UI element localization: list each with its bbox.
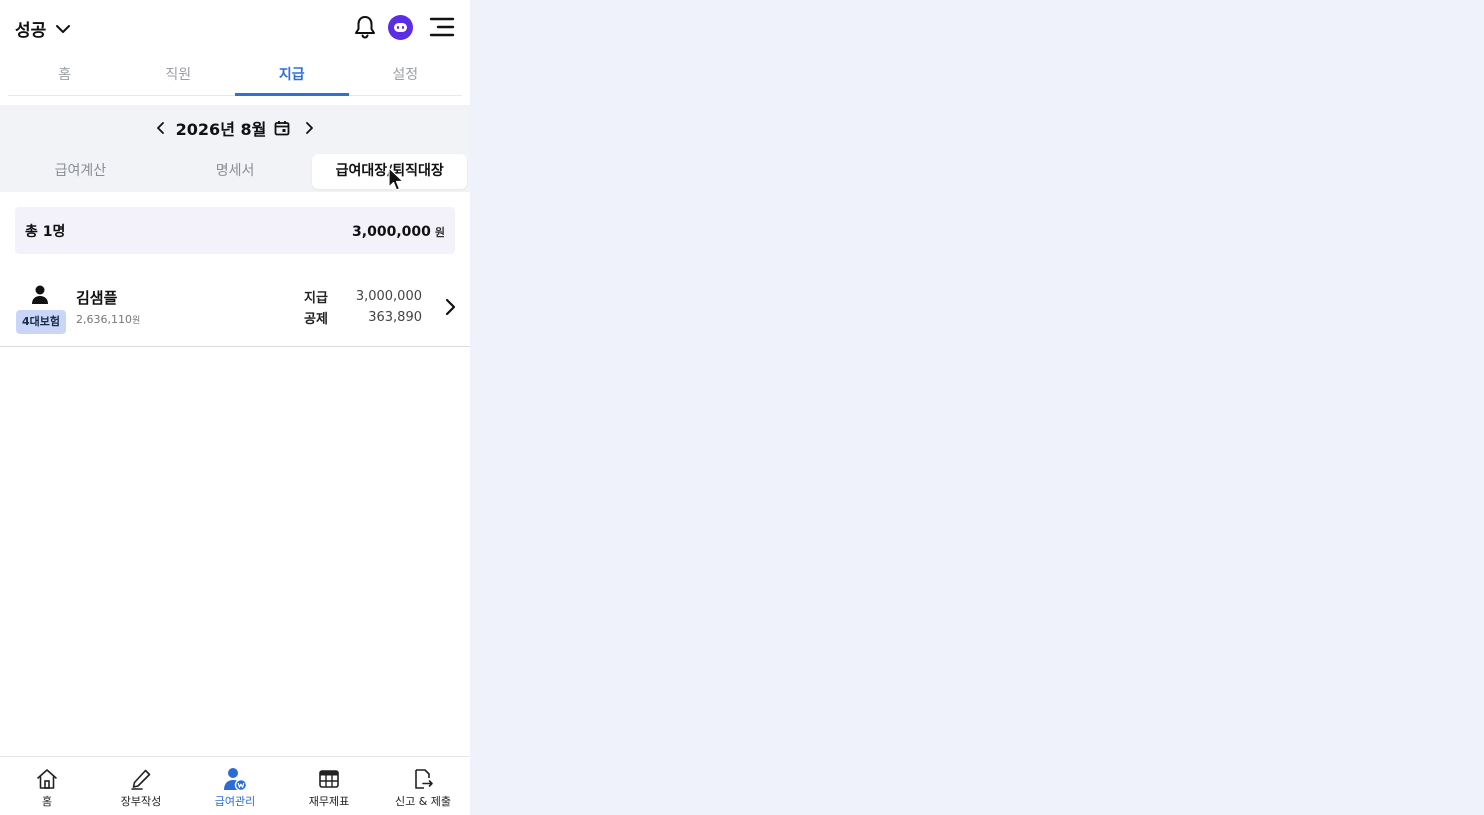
pencil-icon bbox=[128, 767, 154, 791]
segment-tabs: 급여계산 명세서 급여대장/퇴직대장 bbox=[3, 154, 468, 189]
net-pay-value: 2,636,110 bbox=[76, 313, 132, 326]
pay-value: 3,000,000 bbox=[355, 289, 422, 304]
company-name: 성공 bbox=[15, 21, 47, 41]
bottom-nav-label: 장부작성 bbox=[120, 795, 162, 808]
payroll-summary: 총 1명 3,000,000 원 bbox=[15, 207, 455, 254]
segment-tab-payslip[interactable]: 명세서 bbox=[158, 154, 313, 189]
deduct-value: 363,890 bbox=[368, 310, 422, 325]
net-pay-unit: 원 bbox=[131, 316, 141, 326]
top-tabs: 홈 직원 지급 설정 bbox=[8, 56, 462, 96]
pay-line: 지급 3,000,000 bbox=[304, 286, 422, 307]
chevron-down-icon bbox=[56, 24, 71, 33]
tab-employees[interactable]: 직원 bbox=[122, 56, 236, 95]
prev-month-button[interactable] bbox=[150, 117, 172, 139]
header-actions bbox=[351, 13, 456, 41]
month-bar: 2026년 8월 급여계산 명세서 급여대장/퇴직대장 bbox=[0, 105, 470, 192]
header: 성공 bbox=[0, 0, 470, 56]
month-navigator: 2026년 8월 bbox=[0, 115, 470, 141]
pay-breakdown: 지급 3,000,000 공제 363,890 bbox=[304, 286, 422, 328]
employee-row[interactable]: 4대보험 김샘플 2,636,110원 지급 3,000,000 공제 363,… bbox=[0, 270, 470, 347]
bottom-nav-label: 급여관리 bbox=[214, 795, 256, 808]
menu-icon[interactable] bbox=[428, 13, 456, 41]
table-icon bbox=[316, 767, 342, 791]
segment-tab-payroll-ledger[interactable]: 급여대장/퇴직대장 bbox=[312, 154, 468, 189]
bottom-nav-bookkeeping[interactable]: 장부작성 bbox=[94, 757, 188, 815]
bottom-nav-filing[interactable]: 신고 & 제출 bbox=[376, 757, 470, 815]
bottom-nav: 홈 장부작성 급여관리 재무제표 신고 & 제출 bbox=[0, 756, 470, 815]
bottom-nav-label: 홈 bbox=[41, 795, 53, 808]
total-amount-wrap: 3,000,000 원 bbox=[352, 221, 445, 240]
bottom-nav-label: 재무제표 bbox=[308, 795, 350, 808]
calendar-icon[interactable] bbox=[272, 118, 292, 138]
total-amount: 3,000,000 bbox=[352, 224, 431, 240]
person-icon bbox=[29, 284, 51, 306]
company-selector[interactable]: 성공 bbox=[15, 16, 72, 41]
segment-tab-payroll-calc[interactable]: 급여계산 bbox=[3, 154, 158, 189]
bell-icon[interactable] bbox=[351, 13, 379, 41]
chevron-left-icon bbox=[156, 122, 164, 134]
month-label: 2026년 8월 bbox=[175, 120, 267, 139]
next-month-button[interactable] bbox=[298, 117, 320, 139]
employee-count: 총 1명 bbox=[25, 223, 66, 240]
pay-label: 지급 bbox=[304, 291, 328, 306]
bottom-nav-label: 신고 & 제출 bbox=[394, 795, 452, 808]
chatbot-icon[interactable] bbox=[386, 13, 414, 41]
employee-net-pay: 2,636,110원 bbox=[76, 313, 140, 326]
tab-home[interactable]: 홈 bbox=[8, 56, 122, 95]
bottom-nav-home[interactable]: 홈 bbox=[0, 757, 94, 815]
app-panel: 성공 홈 직원 지급 설정 2026년 8월 급여계산 명세서 급여대장/퇴직대… bbox=[0, 0, 470, 815]
home-icon bbox=[34, 767, 60, 791]
tab-payment[interactable]: 지급 bbox=[235, 56, 349, 96]
employee-name: 김샘플 bbox=[76, 289, 118, 307]
total-unit: 원 bbox=[434, 226, 445, 239]
chevron-right-icon bbox=[306, 122, 314, 134]
deduct-line: 공제 363,890 bbox=[304, 307, 422, 328]
bottom-nav-payroll[interactable]: 급여관리 bbox=[188, 757, 282, 815]
deduct-label: 공제 bbox=[304, 312, 328, 327]
insurance-badge: 4대보험 bbox=[16, 310, 67, 334]
bottom-nav-financial-statements[interactable]: 재무제표 bbox=[282, 757, 376, 815]
file-export-icon bbox=[410, 767, 436, 791]
tab-settings[interactable]: 설정 bbox=[349, 56, 463, 95]
chevron-right-icon bbox=[440, 296, 460, 318]
payroll-user-icon bbox=[222, 767, 248, 791]
